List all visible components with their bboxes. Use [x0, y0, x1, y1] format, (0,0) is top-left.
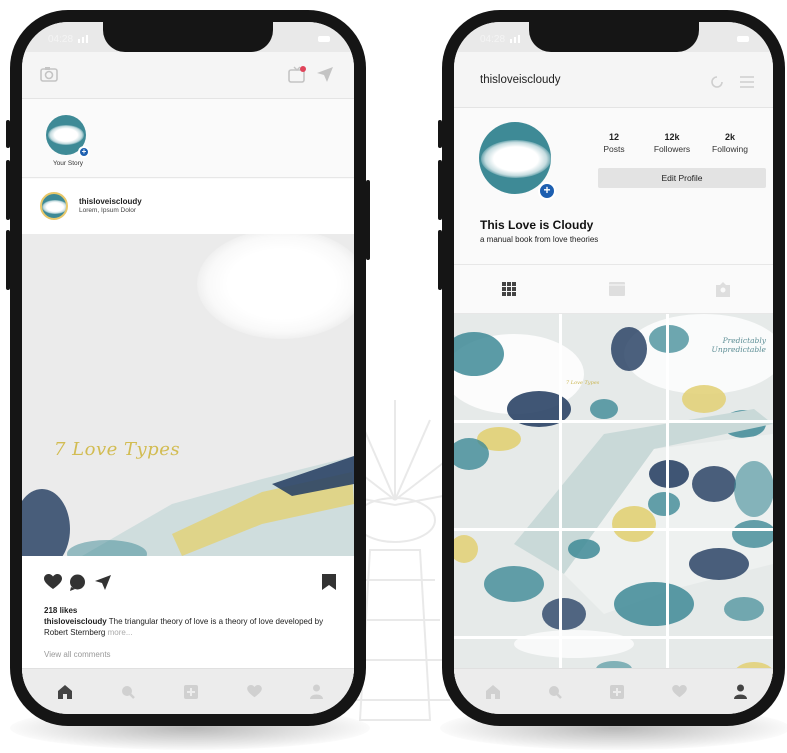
bottom-nav	[454, 668, 773, 714]
stat-followers[interactable]: 12k Followers	[642, 132, 702, 154]
stat-label: Following	[712, 144, 748, 154]
igtv-icon[interactable]	[609, 282, 625, 296]
caption-username[interactable]: thisloveiscloudy	[44, 617, 107, 626]
phone-profile: 04:28 thisloveiscloudy + 12 Posts 12k Fo…	[438, 10, 785, 726]
side-button	[6, 160, 10, 220]
book-art	[22, 456, 354, 556]
bottom-nav	[22, 668, 354, 714]
stat-value: 2k	[724, 132, 735, 142]
status-time: 04:28	[48, 34, 74, 45]
edit-profile-button[interactable]: Edit Profile	[598, 168, 766, 188]
tagged-icon[interactable]	[716, 282, 730, 297]
notch	[103, 22, 273, 52]
history-icon[interactable]	[710, 75, 724, 89]
posts-grid[interactable]: Predictably Unpredictable 7 Love Types	[454, 314, 773, 686]
status-time: 04:28	[480, 34, 506, 45]
profile-screen: 04:28 thisloveiscloudy + 12 Posts 12k Fo…	[454, 22, 773, 714]
post-avatar[interactable]	[40, 192, 68, 220]
mockup-stage: 04:28 + Your Story thisloveiscloudy Lore…	[0, 0, 787, 753]
cloud-art	[481, 140, 551, 178]
post-location: Lorem, Ipsum Dolor	[79, 207, 137, 214]
feed-topbar	[22, 52, 354, 99]
grid-divider	[559, 314, 562, 686]
grid-divider	[454, 636, 773, 639]
feed-screen: 04:28 + Your Story thisloveiscloudy Lore…	[22, 22, 354, 714]
home-icon[interactable]	[58, 685, 72, 699]
add-story-icon[interactable]: +	[538, 182, 556, 200]
phone-feed: 04:28 + Your Story thisloveiscloudy Lore…	[6, 10, 370, 726]
side-button	[438, 160, 442, 220]
comment-icon[interactable]	[69, 574, 86, 591]
notch	[528, 22, 699, 52]
grid-art-subtitle: 7 Love Types	[566, 380, 600, 386]
view-all-comments-link[interactable]: View all comments	[44, 650, 111, 659]
side-button	[6, 120, 10, 148]
heart-icon[interactable]	[672, 685, 687, 698]
profile-username: thisloveiscloudy	[480, 74, 561, 86]
post-caption: thisloveiscloudy The triangular theory o…	[44, 616, 344, 638]
caption-more-link[interactable]: more...	[108, 628, 133, 637]
post-actions: 218 likes thisloveiscloudy The triangula…	[22, 556, 354, 686]
grid-divider	[454, 528, 773, 531]
profile-tabs	[454, 264, 773, 314]
share-icon[interactable]	[94, 574, 112, 590]
add-story-icon[interactable]: +	[78, 146, 90, 158]
profile-display-name: This Love is Cloudy	[480, 218, 594, 232]
camera-icon[interactable]	[40, 66, 58, 82]
igtv-icon[interactable]	[288, 66, 306, 83]
power-button	[366, 180, 370, 260]
heart-icon[interactable]	[247, 685, 262, 698]
heart-icon[interactable]	[44, 574, 62, 590]
stat-value: 12k	[664, 132, 680, 142]
search-icon[interactable]	[548, 685, 562, 699]
stat-label: Followers	[653, 144, 691, 154]
stat-value: 12	[608, 132, 619, 142]
search-icon[interactable]	[121, 685, 135, 699]
cloud-art	[48, 125, 84, 145]
add-icon[interactable]	[610, 685, 624, 699]
profile-bio: a manual book from love theories	[480, 235, 599, 244]
post-art-text: 7 Love Types	[54, 439, 181, 460]
likes-count[interactable]: 218 likes	[44, 606, 77, 615]
profile-header: thisloveiscloudy	[454, 52, 773, 108]
send-icon[interactable]	[316, 66, 334, 83]
post-image[interactable]: 7 Love Types	[22, 234, 354, 556]
signal-icon	[78, 35, 88, 43]
profile-icon[interactable]	[734, 684, 747, 699]
stat-posts[interactable]: 12 Posts	[584, 132, 644, 154]
grid-divider	[666, 314, 669, 686]
book-mosaic-art	[454, 314, 773, 686]
stories-bar: + Your Story	[22, 100, 354, 178]
profile-icon[interactable]	[310, 684, 323, 699]
side-button	[438, 120, 442, 148]
cloud-art	[42, 200, 66, 214]
post-header: thisloveiscloudy Lorem, Ipsum Dolor	[22, 179, 354, 234]
story-label: Your Story	[52, 160, 84, 167]
stat-following[interactable]: 2k Following	[700, 132, 760, 154]
grid-icon[interactable]	[502, 282, 516, 296]
menu-icon[interactable]	[740, 76, 754, 88]
side-button	[438, 230, 442, 290]
grid-art-title: Predictably Unpredictable	[711, 336, 767, 354]
grid-divider	[454, 420, 773, 423]
battery-icon	[318, 36, 330, 42]
bookmark-icon[interactable]	[322, 574, 336, 590]
side-button	[6, 230, 10, 290]
signal-icon	[510, 35, 520, 43]
post-username[interactable]: thisloveiscloudy	[79, 197, 142, 206]
add-icon[interactable]	[184, 685, 198, 699]
stat-label: Posts	[603, 144, 625, 154]
battery-icon	[737, 36, 749, 42]
home-icon[interactable]	[486, 685, 500, 699]
